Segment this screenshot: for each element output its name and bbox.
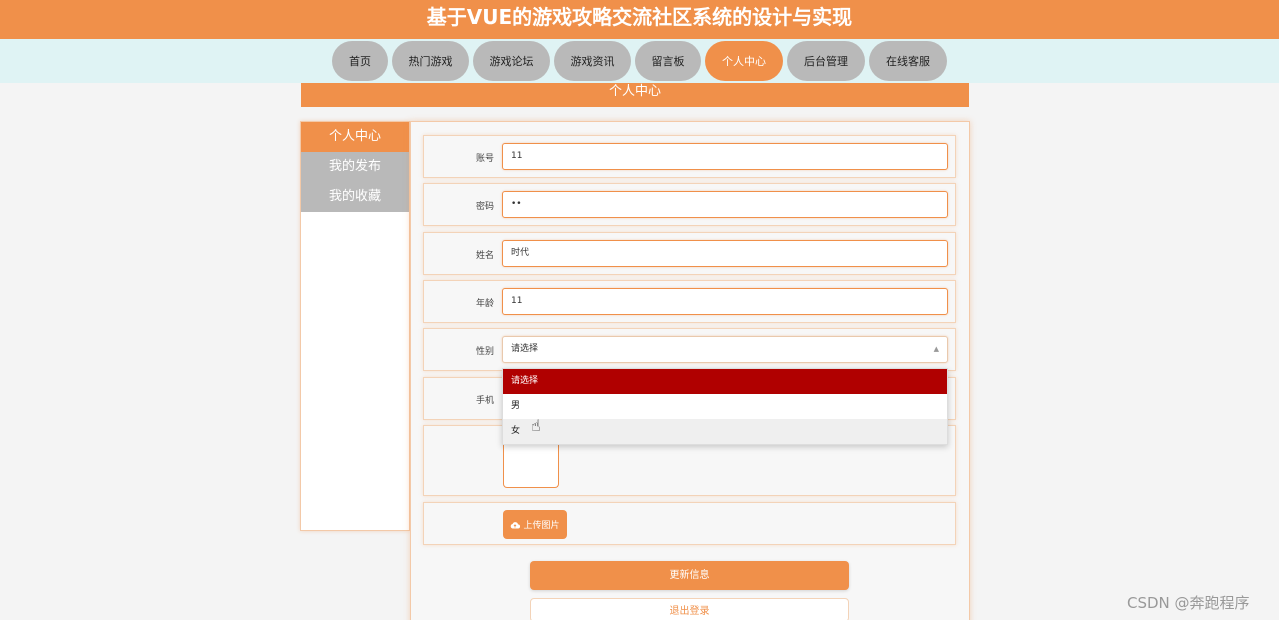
main-nav: 首页 热门游戏 游戏论坛 游戏资讯 留言板 个人中心 后台管理 在线客服 <box>0 39 1279 83</box>
gender-option-placeholder[interactable]: 请选择 <box>503 369 947 394</box>
nav-item-admin[interactable]: 后台管理 <box>787 41 865 81</box>
gender-select[interactable]: 请选择 ▲ <box>502 336 948 363</box>
image-preview <box>503 442 559 488</box>
form-row-gender: 性别 请选择 ▲ <box>423 328 956 371</box>
hand-cursor-icon: ☝ <box>531 416 541 435</box>
gender-option-male[interactable]: 男 <box>503 394 947 419</box>
nav-item-game-news[interactable]: 游戏资讯 <box>554 41 631 81</box>
nav-item-game-forum[interactable]: 游戏论坛 <box>473 41 550 81</box>
nav-item-home[interactable]: 首页 <box>332 41 388 81</box>
gender-select-value: 请选择 <box>511 344 539 354</box>
form-row-age: 年龄 11 <box>423 280 956 323</box>
nav-item-personal-center[interactable]: 个人中心 <box>705 41 783 81</box>
nav-item-hot-games[interactable]: 热门游戏 <box>392 41 469 81</box>
form-row-account: 账号 11 <box>423 135 956 178</box>
sidebar-item-personal-center[interactable]: 个人中心 <box>301 122 409 152</box>
cloud-upload-icon <box>511 521 521 528</box>
gender-option-female[interactable]: 女 <box>503 419 947 444</box>
upload-image-label: 上传图片 <box>523 521 560 531</box>
password-input[interactable]: •• <box>502 191 948 218</box>
form-row-upload: 上传图片 <box>423 502 956 545</box>
password-label: 密码 <box>475 202 494 212</box>
sidebar-item-my-posts[interactable]: 我的发布 <box>301 152 409 182</box>
chevron-up-icon: ▲ <box>933 345 939 353</box>
account-label: 账号 <box>475 154 494 164</box>
watermark: CSDN @奔跑程序 <box>1127 594 1250 612</box>
form-row-name: 姓名 时代 <box>423 232 956 275</box>
update-info-button[interactable]: 更新信息 <box>530 561 849 590</box>
site-title: 基于VUE的游戏攻略交流社区系统的设计与实现 <box>426 5 853 29</box>
logout-button[interactable]: 退出登录 <box>530 598 849 620</box>
name-input[interactable]: 时代 <box>502 240 948 267</box>
section-title: 个人中心 <box>301 83 969 107</box>
gender-dropdown: 请选择 男 女 <box>502 368 948 445</box>
age-label: 年龄 <box>475 299 494 309</box>
top-header-bar: 基于VUE的游戏攻略交流社区系统的设计与实现 <box>0 0 1279 39</box>
upload-image-button[interactable]: 上传图片 <box>503 510 567 539</box>
form-row-password: 密码 •• <box>423 183 956 226</box>
phone-label: 手机 <box>475 396 494 406</box>
gender-label: 性别 <box>475 347 494 357</box>
account-input[interactable]: 11 <box>502 143 948 170</box>
name-label: 姓名 <box>475 251 494 261</box>
sidebar-item-my-favorites[interactable]: 我的收藏 <box>301 182 409 212</box>
age-input[interactable]: 11 <box>502 288 948 315</box>
sidebar: 个人中心 我的发布 我的收藏 <box>300 121 410 531</box>
nav-item-online-service[interactable]: 在线客服 <box>869 41 947 81</box>
nav-item-message-board[interactable]: 留言板 <box>635 41 701 81</box>
